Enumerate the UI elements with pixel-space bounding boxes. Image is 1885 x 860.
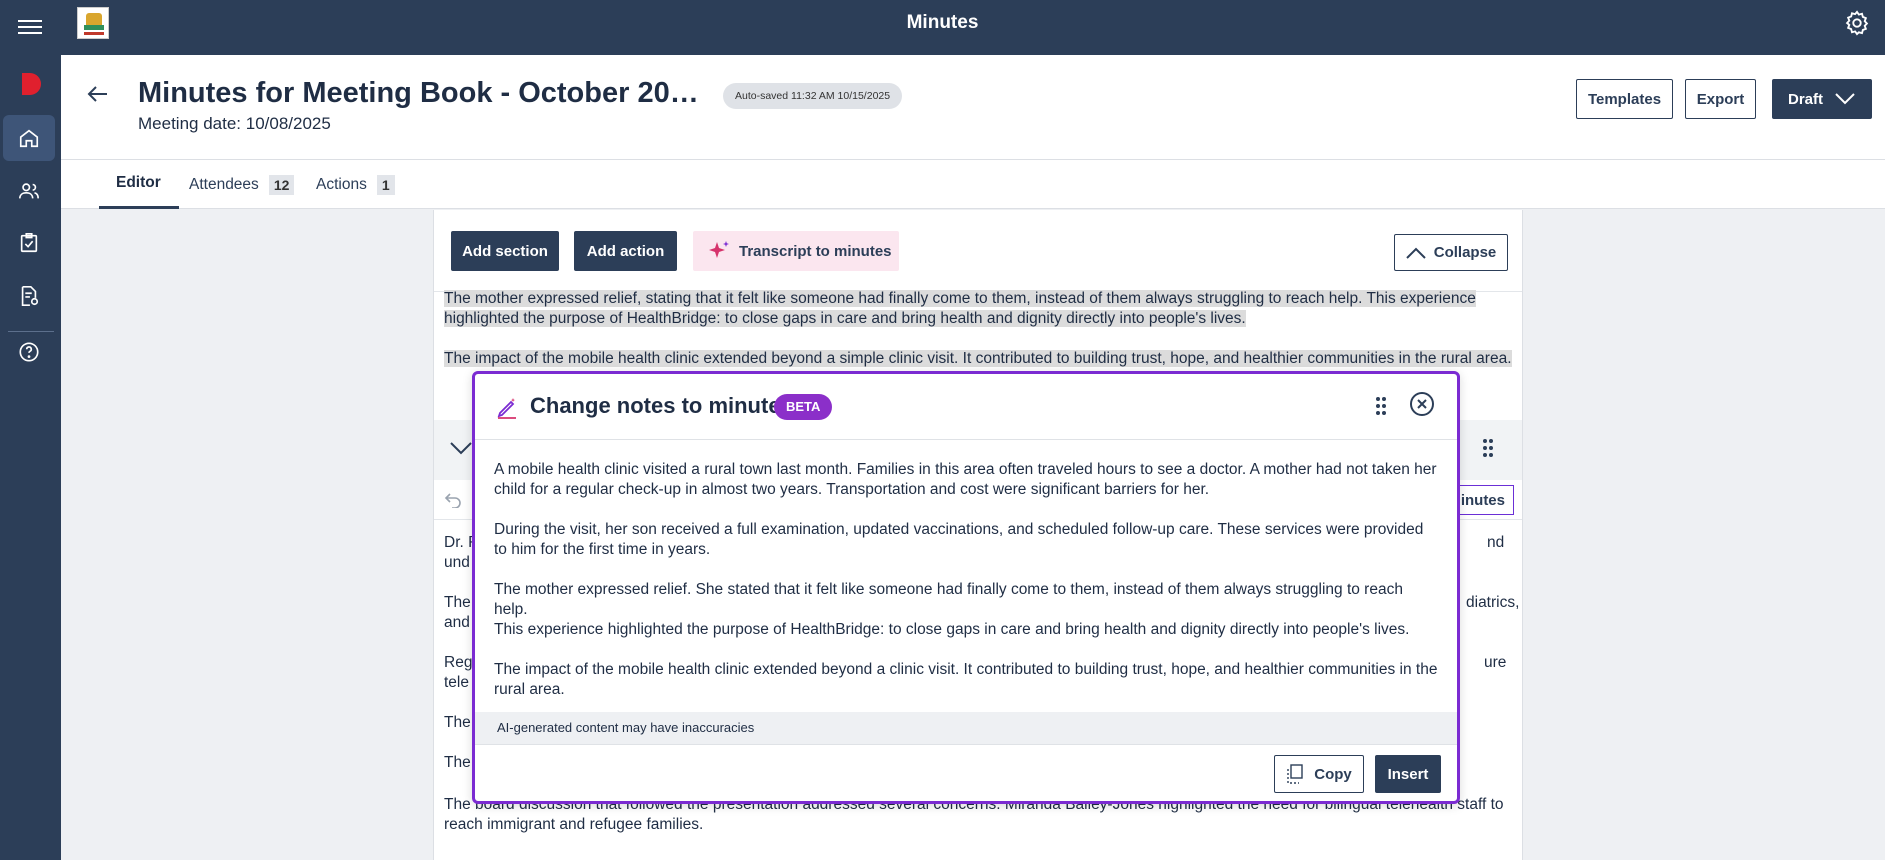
page-title: Minutes for Meeting Book - October 2025 … — [138, 77, 708, 109]
tab-bar: Editor Attendees 12 Actions 1 — [61, 160, 1885, 209]
draft-status-button[interactable]: Draft — [1772, 79, 1872, 119]
chevron-down-icon — [1835, 93, 1855, 105]
home-icon[interactable] — [3, 115, 55, 161]
chevron-down-icon[interactable] — [450, 442, 472, 456]
insert-button[interactable]: Insert — [1375, 755, 1441, 793]
meeting-date: Meeting date: 10/08/2025 — [138, 114, 331, 133]
undo-icon[interactable] — [444, 492, 462, 508]
gear-icon[interactable] — [1843, 9, 1871, 37]
drag-handle-icon[interactable] — [1375, 396, 1387, 416]
beta-badge: BETA — [774, 394, 833, 420]
export-button[interactable]: Export — [1685, 79, 1756, 119]
edit-sparkle-icon — [497, 398, 516, 419]
add-action-button[interactable]: Add action — [574, 231, 677, 271]
tab-actions[interactable]: Actions 1 — [316, 160, 395, 209]
minutes-paragraph: A mobile health clinic visited a rural t… — [494, 461, 1437, 498]
tab-attendees[interactable]: Attendees 12 — [189, 160, 295, 209]
copy-button[interactable]: Copy — [1274, 755, 1364, 793]
document-settings-icon[interactable] — [3, 273, 55, 319]
tab-editor[interactable]: Editor — [99, 160, 179, 209]
minutes-paragraph: The impact of the mobile health clinic e… — [494, 661, 1438, 698]
sidebar — [0, 55, 61, 860]
count-badge: 1 — [376, 174, 395, 195]
highlighted-text: The impact of the mobile health clinic e… — [444, 350, 1512, 367]
dialog-title: Change notes to minutes — [530, 393, 793, 418]
transcript-to-minutes-button[interactable]: Transcript to minutes — [693, 231, 899, 271]
draft-label: Draft — [1788, 90, 1824, 108]
minutes-paragraph: During the visit, her son received a ful… — [494, 521, 1424, 558]
highlighted-text: highlighted the purpose of HealthBridge:… — [444, 310, 1246, 327]
app-title: Minutes — [906, 12, 979, 33]
close-circle-icon[interactable] — [1409, 391, 1435, 417]
sparkle-icon — [709, 241, 729, 258]
dialog-body: A mobile health clinic visited a rural t… — [494, 460, 1439, 720]
copy-icon — [1287, 764, 1303, 784]
help-icon[interactable] — [3, 329, 55, 375]
top-bar: Minutes — [0, 0, 1885, 55]
tab-label: Attendees — [189, 175, 259, 193]
brand-icon — [18, 71, 44, 97]
collapse-button[interactable]: Collapse — [1394, 234, 1508, 271]
count-badge: 12 — [268, 174, 295, 195]
collapse-label: Collapse — [1433, 244, 1497, 261]
tab-label: Editor — [116, 174, 161, 191]
copy-label: Copy — [1314, 765, 1352, 783]
chevron-up-icon — [1406, 247, 1426, 259]
change-notes-dialog: Change notes to minutes BETA A mobile he… — [472, 371, 1460, 804]
add-section-button[interactable]: Add section — [451, 231, 559, 271]
users-icon[interactable] — [3, 168, 55, 214]
transcript-label: Transcript to minutes — [739, 242, 892, 260]
back-arrow-icon[interactable] — [85, 83, 111, 105]
tab-label: Actions — [316, 175, 367, 193]
clipboard-check-icon[interactable] — [3, 220, 55, 266]
minutes-paragraph: The mother expressed relief. She stated … — [494, 581, 1410, 638]
ai-disclaimer: AI-generated content may have inaccuraci… — [475, 712, 1457, 744]
page-header: Minutes for Meeting Book - October 2025 … — [61, 55, 1885, 160]
autosave-badge: Auto-saved 11:32 AM 10/15/2025 — [723, 83, 903, 109]
templates-button[interactable]: Templates — [1576, 79, 1673, 119]
highlighted-text: The mother expressed relief, stating tha… — [444, 290, 1476, 307]
drag-handle-icon[interactable] — [1482, 438, 1494, 458]
